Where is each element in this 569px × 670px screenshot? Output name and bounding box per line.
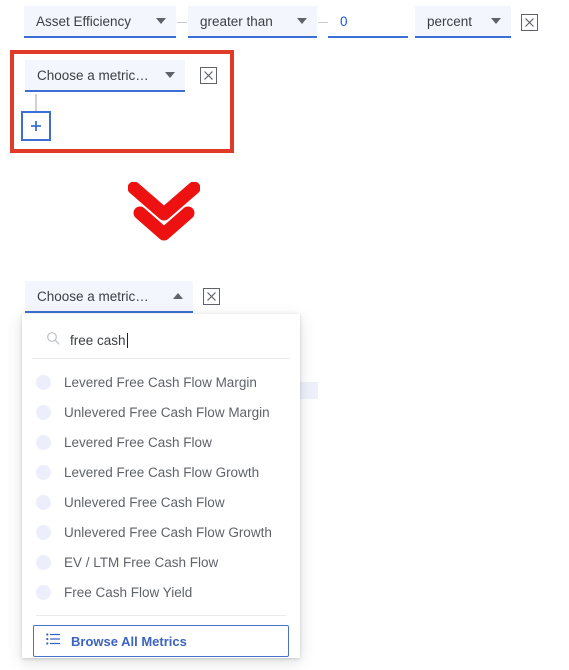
value-input[interactable]: 0 <box>328 6 408 38</box>
metric-option[interactable]: EV / LTM Free Cash Flow <box>22 547 300 577</box>
second-metric-select-label: Choose a metric… <box>37 67 149 83</box>
metric-options-list: Levered Free Cash Flow Margin Unlevered … <box>22 359 300 611</box>
chevron-down-icon <box>491 18 501 24</box>
dropdown-trigger[interactable]: Choose a metric… <box>25 281 193 313</box>
unit-select[interactable]: percent <box>415 6 511 38</box>
metric-option-label: Unlevered Free Cash Flow <box>64 494 225 510</box>
chevron-down-icon <box>165 72 175 78</box>
panel-divider <box>36 615 286 616</box>
metric-option[interactable]: Unlevered Free Cash Flow <box>22 487 300 517</box>
text-cursor <box>126 332 128 348</box>
close-icon <box>204 71 213 80</box>
dropdown-trigger-label: Choose a metric… <box>37 288 149 304</box>
radio-icon[interactable] <box>36 524 51 540</box>
chevron-down-icon <box>297 18 307 24</box>
metric-search-input[interactable]: free cash <box>70 333 126 348</box>
metric-option-label: Free Cash Flow Yield <box>64 584 193 600</box>
operator-select-label: greater than <box>200 13 273 29</box>
unit-select-label: percent <box>427 13 473 29</box>
radio-icon[interactable] <box>36 584 51 600</box>
metric-option[interactable]: Levered Free Cash Flow <box>22 427 300 457</box>
radio-icon[interactable] <box>36 464 51 480</box>
metric-option-label: Unlevered Free Cash Flow Growth <box>64 524 272 540</box>
remove-filter-button[interactable] <box>521 14 538 31</box>
metric-option-label: Levered Free Cash Flow Margin <box>64 374 257 390</box>
add-filter-button[interactable] <box>21 111 51 141</box>
browse-all-metrics-label: Browse All Metrics <box>71 633 187 649</box>
search-icon <box>46 331 60 350</box>
metric-dropdown-panel: free cash Levered Free Cash Flow Margin … <box>22 314 300 658</box>
close-icon <box>207 292 216 301</box>
close-icon <box>525 18 534 27</box>
flow-arrow <box>127 181 201 249</box>
radio-icon[interactable] <box>36 404 51 420</box>
second-metric-select[interactable]: Choose a metric… <box>25 60 185 92</box>
radio-icon[interactable] <box>36 494 51 510</box>
plus-icon <box>31 121 41 131</box>
metric-option-label: EV / LTM Free Cash Flow <box>64 554 219 570</box>
remove-second-filter-button[interactable] <box>200 67 217 84</box>
metric-option[interactable]: Levered Free Cash Flow Margin <box>22 367 300 397</box>
double-chevron-down-icon <box>127 181 201 241</box>
metric-option[interactable]: Levered Free Cash Flow Growth <box>22 457 300 487</box>
metric-option[interactable]: Unlevered Free Cash Flow Growth <box>22 517 300 547</box>
list-icon <box>46 632 61 650</box>
chevron-up-icon <box>173 293 183 299</box>
metric-select[interactable]: Asset Efficiency <box>24 6 176 38</box>
metric-option-label: Levered Free Cash Flow <box>64 434 212 450</box>
metric-search-row[interactable]: free cash <box>32 322 290 359</box>
metric-select-label: Asset Efficiency <box>36 13 132 29</box>
metric-option[interactable]: Free Cash Flow Yield <box>22 577 300 607</box>
field-connector-2 <box>318 22 328 23</box>
metric-option[interactable]: Unlevered Free Cash Flow Margin <box>22 397 300 427</box>
metric-option-label: Unlevered Free Cash Flow Margin <box>64 404 270 420</box>
operator-select[interactable]: greater than <box>188 6 317 38</box>
remove-dropdown-filter-button[interactable] <box>203 288 220 305</box>
metric-option-label: Levered Free Cash Flow Growth <box>64 464 260 480</box>
radio-icon[interactable] <box>36 434 51 450</box>
field-connector-1 <box>177 22 187 23</box>
chevron-down-icon <box>156 18 166 24</box>
radio-icon[interactable] <box>36 554 51 570</box>
value-input-text: 0 <box>340 13 348 29</box>
add-connector-line <box>35 94 37 111</box>
radio-icon[interactable] <box>36 374 51 390</box>
browse-all-metrics-button[interactable]: Browse All Metrics <box>33 625 289 657</box>
